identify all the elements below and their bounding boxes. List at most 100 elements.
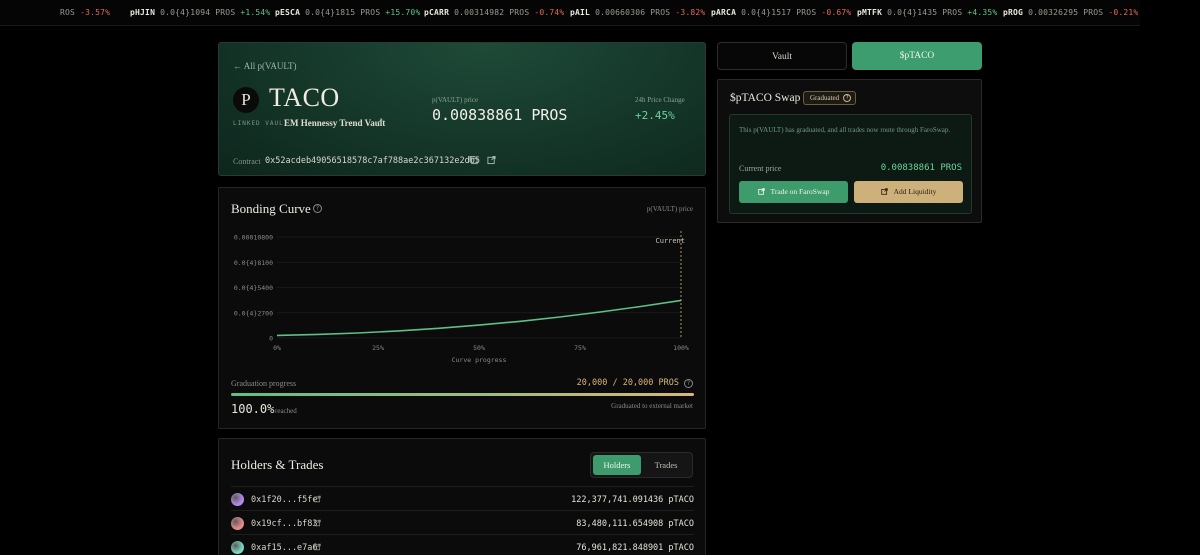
y-tick-label: 0.0{4}8100 (234, 259, 273, 267)
x-tick-label: 25% (372, 344, 384, 352)
current-price-label: Current price (739, 164, 782, 173)
ticker-item[interactable]: ROS -3.57% (60, 8, 110, 17)
ticker-item[interactable]: pAIL 0.00660306 PROS -3.82% (570, 8, 705, 17)
trade-button-label: Trade on FaroSwap (770, 187, 830, 196)
current-price-value: 0.00838861 PROS (880, 163, 962, 173)
progress-percent: 100.0% (231, 402, 275, 416)
change-value: +2.45% (635, 109, 675, 122)
swap-graduated-box: This p(VAULT) has graduated, and all tra… (729, 114, 972, 214)
holder-amount: 83,480,111.654908 pTACO (576, 519, 694, 529)
avatar (231, 541, 244, 554)
tab-holders[interactable]: Holders (593, 455, 641, 475)
holder-address[interactable]: 0x19cf...bf83 (251, 519, 318, 529)
info-icon[interactable]: ? (684, 379, 693, 388)
tab-ptaco[interactable]: $pTACO (852, 42, 982, 70)
token-name: TACO (269, 83, 340, 112)
add-liquidity-button[interactable]: Add Liquidity (854, 181, 963, 203)
graduated-badge-label: Graduated (810, 94, 840, 102)
info-icon[interactable]: ? (843, 94, 852, 102)
ticker-symbol: pAIL (570, 8, 591, 17)
ticker-item[interactable]: pROG 0.00326295 PROS -0.21% (1003, 8, 1138, 17)
swap-panel: $pTACO Swap Graduated ? This p(VAULT) ha… (717, 79, 982, 223)
trade-on-faroswap-button[interactable]: Trade on FaroSwap (739, 181, 848, 203)
avatar (231, 493, 244, 506)
current-marker-label: Current (655, 237, 685, 245)
linked-vault-label: LINKED VAULT (233, 120, 289, 127)
chart-y-caption: p(VAULT) price (646, 205, 693, 213)
holders-trades-toggle: Holders Trades (590, 452, 693, 478)
ticker-change: -0.67% (821, 8, 852, 17)
holder-address[interactable]: 0xaf15...e7a6 (251, 543, 318, 553)
linked-vault-link[interactable]: EM Hennessy Trend Vault (284, 118, 385, 128)
ticker-symbol: pHJIN (130, 8, 156, 17)
external-link-icon[interactable] (314, 495, 321, 503)
table-row: 0x1f20...f5fe 122,377,741.091436 pTACO (231, 486, 694, 510)
price-ticker: ROS -3.57% pHJIN 0.0{4}1094 PROS +1.54% pES… (0, 0, 1140, 26)
progress-fill (231, 393, 694, 396)
bonding-curve-panel: Bonding Curve ? p(VAULT) price 0 0.0{4}27… (218, 187, 706, 429)
bonding-curve-title: Bonding Curve (231, 201, 311, 216)
graduation-progress-value: 20,000 / 20,000 PROS (576, 378, 679, 388)
graduation-note: Graduated to external market (611, 402, 693, 410)
curve-line (276, 299, 682, 337)
ticker-change: +1.54% (240, 8, 271, 17)
graduation-progress-bar (231, 393, 694, 396)
ticker-symbol: pMTFK (857, 8, 883, 17)
price-label: p(VAULT) price (432, 96, 479, 104)
back-link-all-vaults[interactable]: ← All p(VAULT) (233, 61, 297, 71)
external-link-icon (757, 188, 765, 195)
avatar (231, 517, 244, 530)
ticker-price: 0.0{4}1094 PROS (160, 8, 236, 17)
ticker-price: 0.0{4}1815 PROS (305, 8, 381, 17)
progress-percent-caption: reached (275, 407, 297, 415)
ticker-change: +15.70% (385, 8, 421, 17)
tab-trades[interactable]: Trades (642, 455, 690, 475)
arrow-up-right-icon[interactable]: ↗ (376, 117, 384, 127)
price-value: 0.00838861 PROS (432, 106, 568, 124)
vault-header-card: ← All p(VAULT) P TACO LINKED VAULT EM He… (218, 42, 706, 176)
swap-title: $pTACO Swap (730, 92, 801, 104)
y-tick-label: 0.0{4}2700 (234, 309, 273, 317)
table-row: 0x19cf...bf83 83,480,111.654908 pTACO (231, 510, 694, 534)
ticker-price: ROS (60, 8, 76, 17)
external-link-icon[interactable] (487, 155, 496, 165)
ticker-item[interactable]: pESCA 0.0{4}1815 PROS +15.70% (275, 8, 420, 17)
ticker-change: -3.57% (80, 8, 111, 17)
contract-label: Contract (233, 157, 261, 166)
external-link-icon[interactable] (314, 543, 321, 551)
x-axis-label: Curve progress (452, 356, 507, 364)
liquidity-button-label: Add Liquidity (893, 187, 937, 196)
graduated-badge: Graduated ? (803, 91, 857, 105)
bonding-curve-chart: 0 0.0{4}2700 0.0{4}5400 0.0{4}8100 0.0001080… (234, 231, 689, 364)
ticker-item[interactable]: pHJIN 0.0{4}1094 PROS +1.54% (130, 8, 270, 17)
ticker-change: -3.82% (675, 8, 706, 17)
copy-icon[interactable] (469, 155, 478, 165)
ticker-change: +4.35% (967, 8, 998, 17)
x-tick-label: 50% (473, 344, 485, 352)
holder-amount: 76,961,821.848901 pTACO (576, 543, 694, 553)
x-tick-label: 0% (273, 344, 281, 352)
y-tick-label: 0 (269, 335, 273, 343)
ticker-symbol: pCARR (424, 8, 450, 17)
help-icon[interactable]: ? (313, 204, 322, 213)
token-logo: P (233, 87, 259, 113)
contract-address: 0x52acdeb49056518578c7af788ae2c367132e2d… (265, 156, 480, 166)
ticker-item[interactable]: pMTFK 0.0{4}1435 PROS +4.35% (857, 8, 997, 17)
external-link-icon (880, 188, 888, 195)
holder-address[interactable]: 0x1f20...f5fe (251, 495, 318, 505)
tab-vault[interactable]: Vault (717, 42, 847, 70)
x-tick-label: 100% (673, 344, 689, 352)
ticker-symbol: pARCA (711, 8, 737, 17)
external-link-icon[interactable] (314, 519, 321, 527)
ticker-price: 0.00326295 PROS (1028, 8, 1104, 17)
ticker-price: 0.0{4}1435 PROS (887, 8, 963, 17)
ticker-price: 0.0{4}1517 PROS (741, 8, 817, 17)
y-tick-label: 0.0{4}5400 (234, 284, 273, 292)
ticker-item[interactable]: pCARR 0.00314982 PROS -0.74% (424, 8, 564, 17)
holders-trades-title: Holders & Trades (231, 457, 324, 472)
ticker-symbol: pROG (1003, 8, 1024, 17)
ticker-item[interactable]: pARCA 0.0{4}1517 PROS -0.67% (711, 8, 851, 17)
ticker-price: 0.00314982 PROS (454, 8, 530, 17)
change-label: 24h Price Change (635, 96, 685, 104)
ticker-price: 0.00660306 PROS (595, 8, 671, 17)
